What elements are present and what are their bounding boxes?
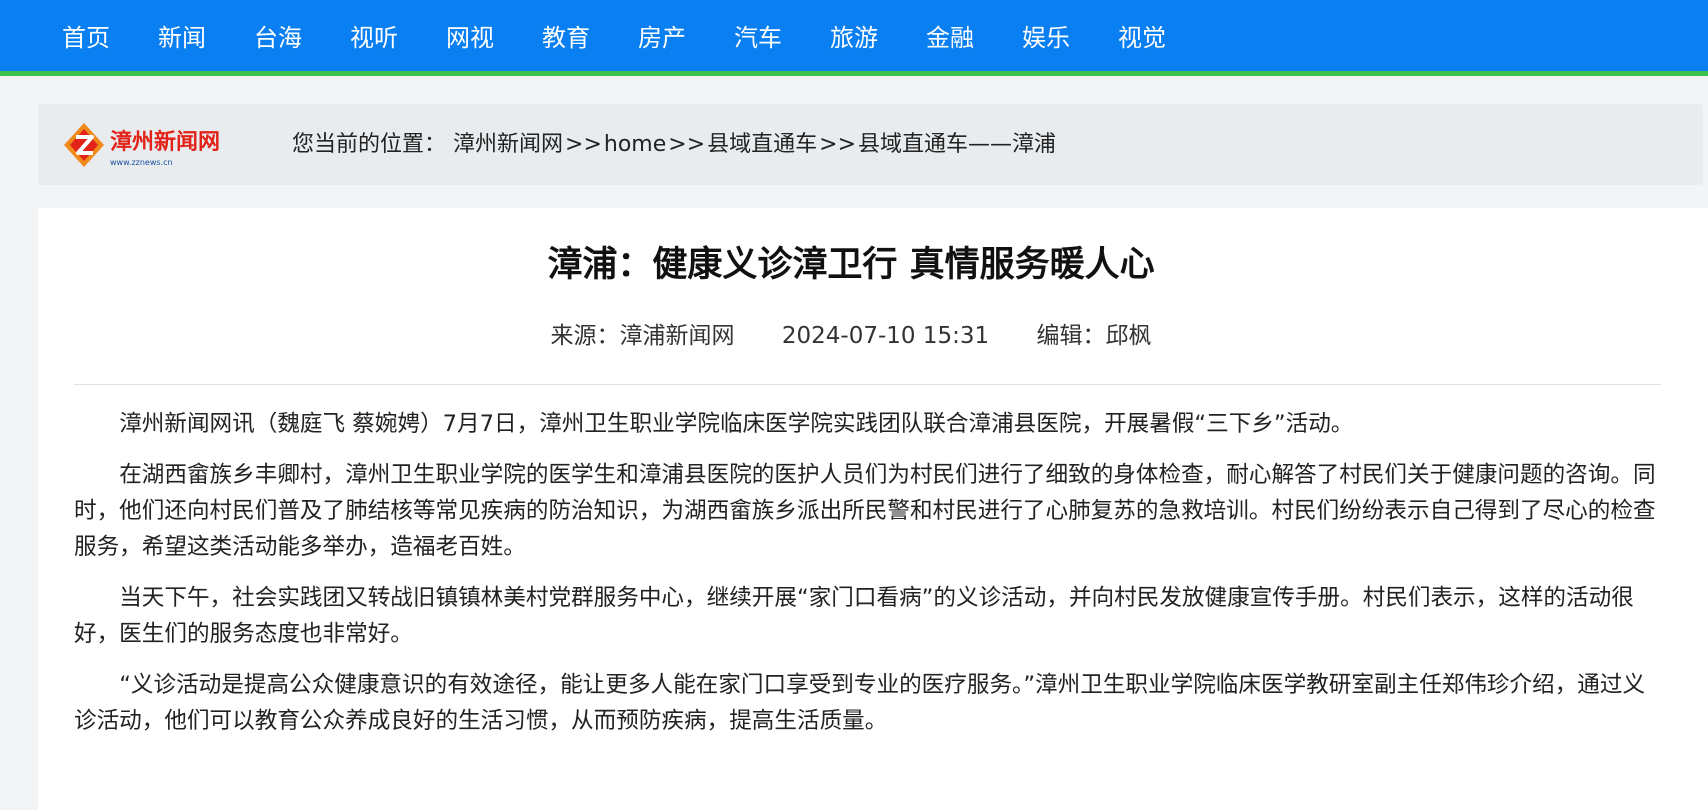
divider (74, 384, 1661, 385)
breadcrumb-item-home[interactable]: home (604, 132, 666, 157)
breadcrumb-item-site[interactable]: 漳州新闻网 (453, 132, 563, 157)
article-paragraph: “义诊活动是提高公众健康意识的有效途径，能让更多人能在家门口享受到专业的医疗服务… (74, 672, 1646, 734)
nav-list: 首页 新闻 台海 视听 网视 教育 房产 汽车 旅游 金融 娱乐 视觉 (62, 0, 1214, 76)
breadcrumb-item-zhangpu[interactable]: 县域直通车——漳浦 (858, 132, 1056, 157)
breadcrumb-bar: 漳州新闻网 www.zznews.cn 您当前的位置： 漳州新闻网>>home>… (38, 104, 1703, 185)
nav-item-realestate[interactable]: 房产 (638, 0, 734, 76)
article-editor: 编辑：邱枫 (1036, 323, 1152, 349)
breadcrumb-separator: >> (565, 132, 602, 157)
nav-item-entertainment[interactable]: 娱乐 (1022, 0, 1118, 76)
article-paragraph: 在湖西畲族乡丰卿村，漳州卫生职业学院的医学生和漳浦县医院的医护人员们为村民们进行… (74, 462, 1656, 560)
logo-url-text: www.zznews.cn (110, 158, 173, 167)
nav-item-webtv[interactable]: 网视 (446, 0, 542, 76)
breadcrumb-separator: >> (668, 132, 706, 157)
breadcrumb-item-county[interactable]: 县域直通车 (707, 132, 817, 157)
nav-item-news[interactable]: 新闻 (158, 0, 254, 76)
article-source: 来源：漳浦新闻网 (550, 323, 735, 349)
article-body: 漳州新闻网讯（魏庭飞 蔡婉娉）7月7日，漳州卫生职业学院临床医学院实践团队联合漳… (74, 406, 1665, 754)
article-title: 漳浦：健康义诊漳卫行 真情服务暖人心 (547, 245, 1155, 285)
article-datetime: 2024-07-10 15:31 (781, 323, 990, 349)
top-navigation: 首页 新闻 台海 视听 网视 教育 房产 汽车 旅游 金融 娱乐 视觉 (0, 0, 1708, 76)
nav-item-education[interactable]: 教育 (542, 0, 638, 76)
nav-item-auto[interactable]: 汽车 (734, 0, 830, 76)
article-paragraph: 漳州新闻网讯（魏庭飞 蔡婉娉）7月7日，漳州卫生职业学院临床医学院实践团队联合漳… (119, 411, 1354, 437)
article-paragraph: 当天下午，社会实践团又转战旧镇镇林美村党群服务中心，继续开展“家门口看病”的义诊… (74, 585, 1634, 647)
breadcrumb-prefix: 您当前的位置： (292, 132, 447, 157)
logo-text: 漳州新闻网 (110, 129, 220, 155)
nav-item-travel[interactable]: 旅游 (830, 0, 926, 76)
nav-item-visual[interactable]: 视觉 (1118, 0, 1214, 76)
nav-item-taihai[interactable]: 台海 (254, 0, 350, 76)
logo-diamond-icon (64, 123, 104, 167)
article-meta: 来源：漳浦新闻网 2024-07-10 15:31 编辑：邱枫 (38, 316, 1664, 350)
nav-item-home[interactable]: 首页 (62, 0, 158, 76)
article-container: 漳浦：健康义诊漳卫行 真情服务暖人心 来源：漳浦新闻网 2024-07-10 1… (38, 208, 1708, 810)
breadcrumb: 您当前的位置： 漳州新闻网>>home>>县域直通车>>县域直通车——漳浦 (292, 104, 1056, 185)
site-logo[interactable]: 漳州新闻网 www.zznews.cn (62, 119, 250, 171)
nav-item-audiovisual[interactable]: 视听 (350, 0, 446, 76)
nav-item-finance[interactable]: 金融 (926, 0, 1022, 76)
breadcrumb-separator: >> (819, 132, 857, 157)
